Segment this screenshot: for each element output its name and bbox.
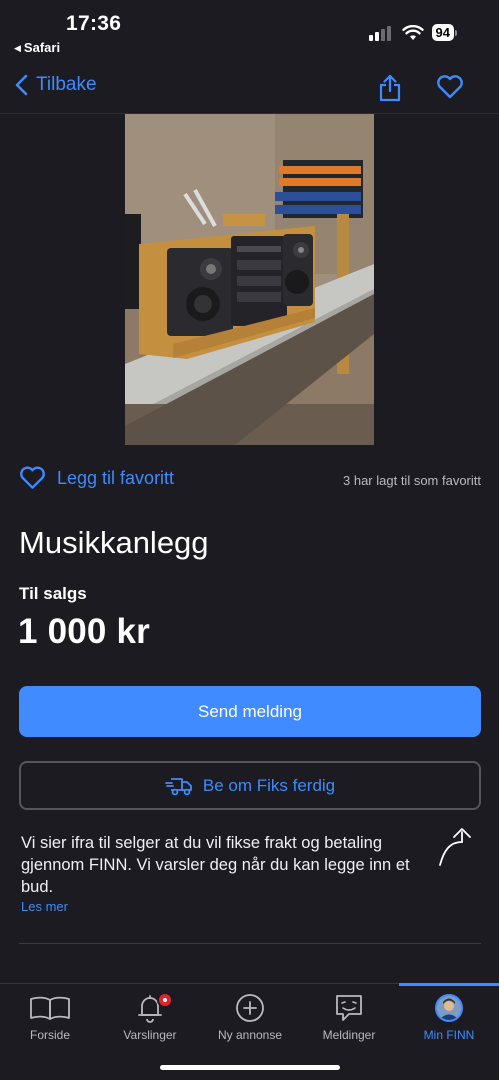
- book-icon: [30, 996, 70, 1020]
- tab-meldinger-label: Meldinger: [322, 1028, 376, 1042]
- tab-bar: Forside Varslinger Ny annonse Meldinger …: [0, 983, 499, 1080]
- send-message-label: Send melding: [198, 701, 302, 721]
- read-more-link[interactable]: Les mer: [21, 899, 68, 914]
- back-button-label: Tilbake: [36, 74, 97, 95]
- fiks-ferdig-info-text: Vi sier ifra til selger at du vil fikse …: [21, 834, 410, 896]
- cellular-signal-icon: [368, 25, 391, 41]
- stereo-photo: [125, 114, 374, 445]
- status-time: 17:36: [66, 12, 122, 35]
- battery-cap: [455, 29, 457, 36]
- add-to-favorites-link[interactable]: Legg til favoritt: [19, 466, 174, 490]
- tab-ny-annonse-label: Ny annonse: [217, 1028, 283, 1042]
- back-to-app-link[interactable]: ◀ Safari: [14, 40, 60, 55]
- tab-ny-annonse[interactable]: Ny annonse: [200, 990, 300, 1050]
- share-button[interactable]: [378, 74, 402, 107]
- tab-forside-label: Forside: [29, 1028, 70, 1042]
- back-app-label: Safari: [23, 40, 61, 55]
- battery-indicator: 94: [431, 24, 457, 41]
- tab-varslinger-label: Varslinger: [123, 1028, 177, 1042]
- chevron-left-icon: [15, 74, 28, 96]
- share-icon: [379, 74, 401, 102]
- listing-type: Til salgs: [19, 584, 87, 603]
- fiks-ferdig-label: Be om Fiks ferdig: [202, 775, 336, 795]
- home-indicator: [160, 1065, 340, 1070]
- battery-level: 94: [431, 24, 454, 41]
- heart-icon: [437, 75, 463, 99]
- avatar: [435, 994, 463, 1022]
- favorite-count-text: 3 har lagt til som favoritt: [343, 473, 481, 488]
- listing-title: Musikkanlegg: [19, 525, 209, 560]
- wifi-icon: [401, 24, 424, 40]
- tab-min-finn[interactable]: Min FINN: [399, 990, 499, 1050]
- chat-icon: [336, 995, 362, 1021]
- active-tab-indicator: [399, 983, 499, 986]
- status-icons: 94: [368, 24, 457, 41]
- heart-icon: [20, 466, 45, 489]
- tab-forside[interactable]: Forside: [0, 990, 100, 1050]
- favorite-heart-button[interactable]: [436, 75, 464, 104]
- favorite-row: Legg til favoritt 3 har lagt til som fav…: [19, 466, 481, 496]
- tab-meldinger[interactable]: Meldinger: [299, 990, 399, 1050]
- send-message-button[interactable]: Send melding: [19, 686, 481, 737]
- curved-arrow-icon: [436, 826, 474, 873]
- plus-circle-icon: [236, 994, 264, 1022]
- back-button[interactable]: Tilbake: [14, 74, 97, 96]
- divider: [19, 943, 481, 944]
- notification-badge: [157, 992, 173, 1008]
- delivery-truck-icon: [164, 777, 192, 795]
- fiks-ferdig-button[interactable]: Be om Fiks ferdig: [19, 761, 481, 810]
- add-to-favorites-label: Legg til favoritt: [57, 467, 175, 488]
- tab-varslinger[interactable]: Varslinger: [100, 990, 200, 1050]
- status-bar: 17:36 ◀ Safari 94: [0, 0, 499, 58]
- listing-price: 1 000 kr: [18, 612, 150, 651]
- tab-min-finn-label: Min FINN: [423, 1028, 475, 1042]
- back-triangle-icon: ◀: [14, 43, 21, 53]
- navigation-bar: Tilbake: [0, 58, 499, 114]
- listing-photo[interactable]: [125, 114, 374, 445]
